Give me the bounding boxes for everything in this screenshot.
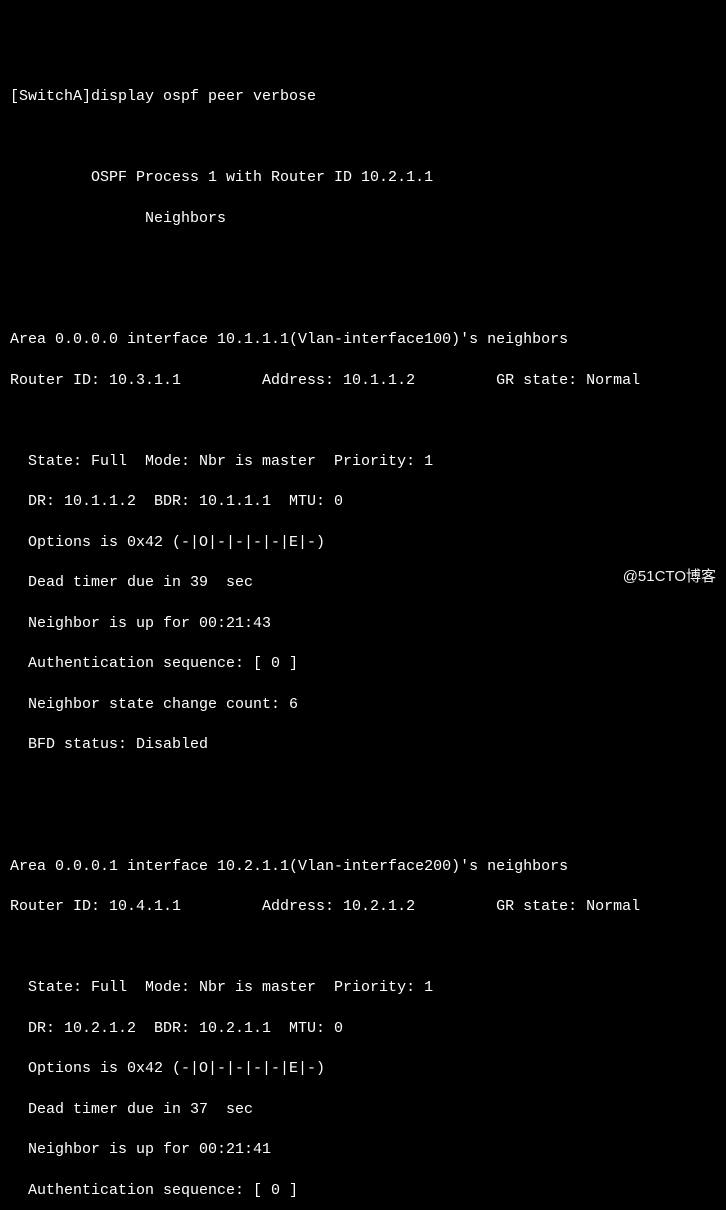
blank-line [10,938,716,958]
peer2-uptime-line: Neighbor is up for 00:21:41 [10,1140,716,1160]
peer1-uptime-line: Neighbor is up for 00:21:43 [10,614,716,634]
peer1-auth-line: Authentication sequence: [ 0 ] [10,654,716,674]
peer1-change-count-line: Neighbor state change count: 6 [10,695,716,715]
blank-line [10,411,716,431]
peer1-bfd-line: BFD status: Disabled [10,735,716,755]
peer2-area-line: Area 0.0.0.1 interface 10.2.1.1(Vlan-int… [10,857,716,877]
peer2-options-line: Options is 0x42 (-|O|-|-|-|-|E|-) [10,1059,716,1079]
peer1-options-line: Options is 0x42 (-|O|-|-|-|-|E|-) [10,533,716,553]
blank-line [10,816,716,836]
peer1-dr-line: DR: 10.1.1.2 BDR: 10.1.1.1 MTU: 0 [10,492,716,512]
blank-line [10,290,716,310]
neighbors-header: Neighbors [10,209,716,229]
peer1-area-line: Area 0.0.0.0 interface 10.1.1.1(Vlan-int… [10,330,716,350]
peer2-router-line: Router ID: 10.4.1.1 Address: 10.2.1.2 GR… [10,897,716,917]
blank-line [10,128,716,148]
blank-line [10,249,716,269]
peer2-dead-timer-line: Dead timer due in 37 sec [10,1100,716,1120]
peer1-router-line: Router ID: 10.3.1.1 Address: 10.1.1.2 GR… [10,371,716,391]
command-prompt: [SwitchA]display ospf peer verbose [10,87,716,107]
peer1-state-line: State: Full Mode: Nbr is master Priority… [10,452,716,472]
peer1-dead-timer-line: Dead timer due in 39 sec [10,573,716,593]
ospf-process-header: OSPF Process 1 with Router ID 10.2.1.1 [10,168,716,188]
peer2-dr-line: DR: 10.2.1.2 BDR: 10.2.1.1 MTU: 0 [10,1019,716,1039]
peer2-auth-line: Authentication sequence: [ 0 ] [10,1181,716,1201]
watermark-text: @51CTO博客 [623,567,716,587]
peer2-state-line: State: Full Mode: Nbr is master Priority… [10,978,716,998]
blank-line [10,776,716,796]
